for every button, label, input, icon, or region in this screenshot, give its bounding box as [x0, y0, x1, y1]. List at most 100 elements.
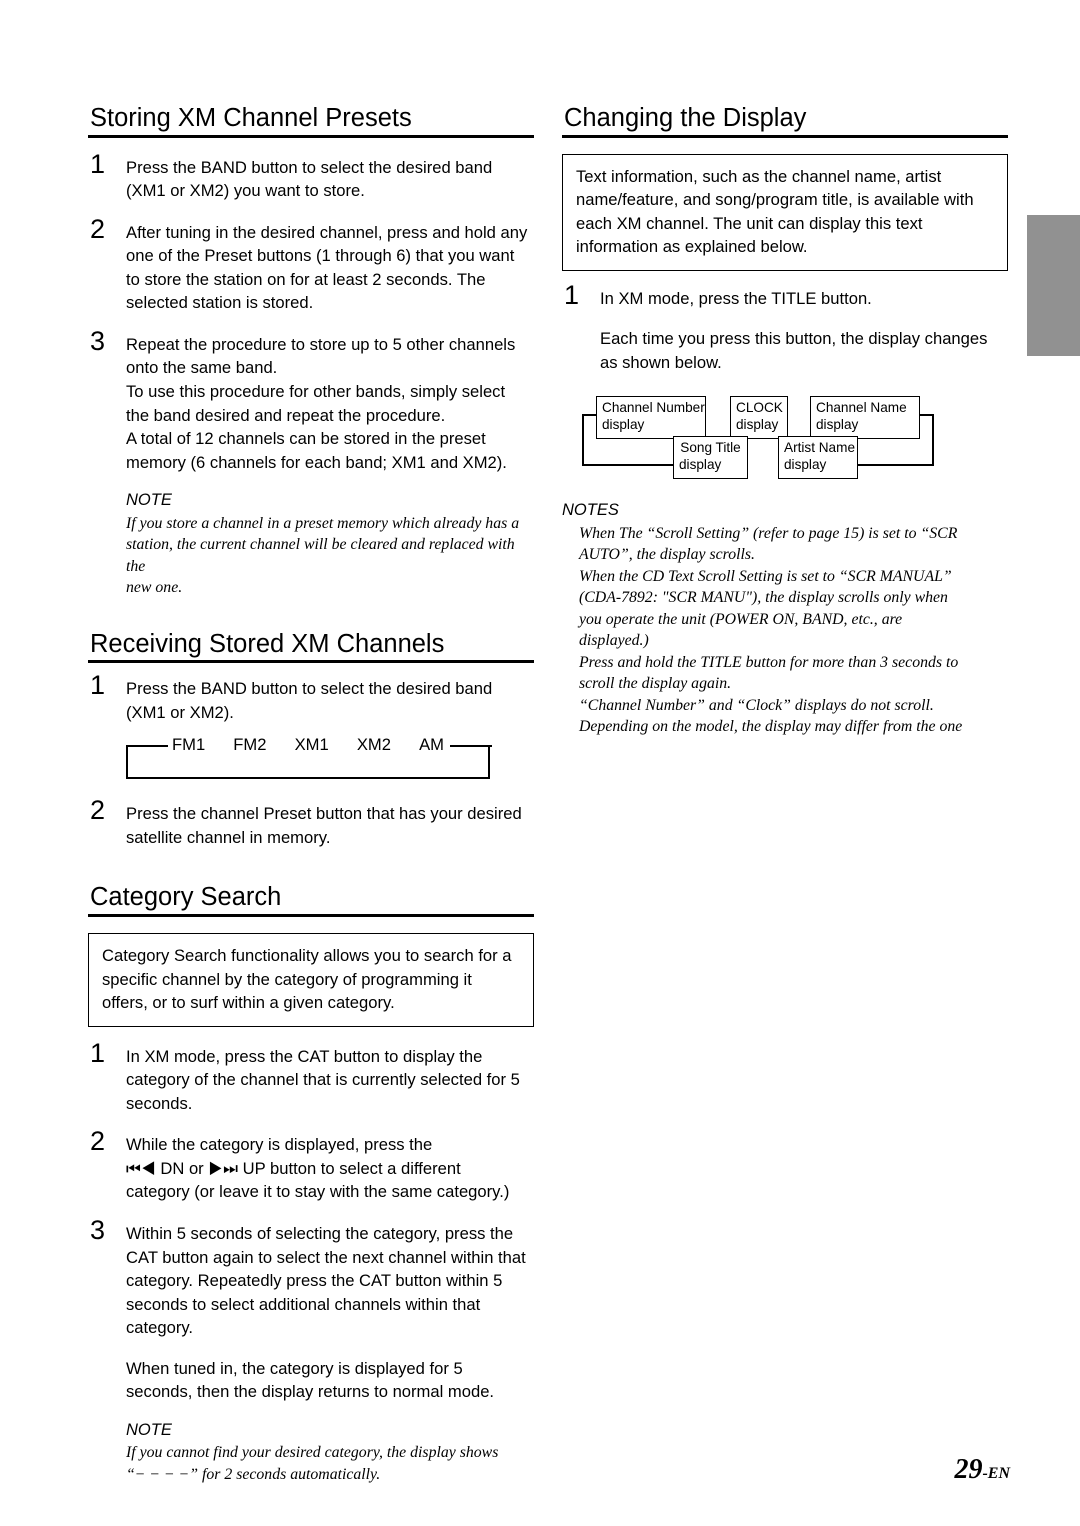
page-number-suffix: -EN: [982, 1465, 1010, 1482]
step-line: category of the channel that is currentl…: [126, 1070, 520, 1090]
note-line: If you cannot find your desired category…: [126, 1444, 499, 1462]
after-step-line: as shown below.: [600, 352, 722, 372]
section-heading-storing-presets: Storing XM Channel Presets: [88, 104, 534, 138]
band-label-xm1: XM1: [294, 735, 329, 755]
step-item: 3 Repeat the procedure to store up to 5 …: [88, 328, 534, 599]
callout-line: each XM channel. The unit can display th…: [576, 213, 923, 233]
step-text: Press the BAND button to select the desi…: [126, 152, 534, 203]
flow-box-line: display: [816, 417, 859, 433]
step-text-fragment: DN or: [155, 1158, 209, 1178]
callout-line: information as explained below.: [576, 237, 808, 257]
notes-line: When the CD Text Scroll Setting is set t…: [579, 567, 952, 585]
callout-box-category-search: Category Search functionality allows you…: [88, 932, 534, 1027]
step-number: 2: [90, 1126, 106, 1157]
step-line: to store the station on for at least 2 s…: [126, 269, 486, 289]
flow-box-line: display: [784, 457, 827, 473]
band-label-xm2: XM2: [356, 735, 391, 755]
notes-line: scroll the display again.: [579, 675, 732, 693]
step-line: seconds to select additional channels wi…: [126, 1294, 481, 1314]
step-line: selected station is stored.: [126, 293, 314, 313]
step-line: memory (6 channels for each band; XM1 an…: [126, 452, 507, 472]
step-item: 2 After tuning in the desired channel, p…: [88, 215, 534, 315]
step-item: 1 In XM mode, press the CAT button to di…: [88, 1037, 534, 1116]
step-item: 1 In XM mode, press the TITLE button. Ea…: [562, 279, 1008, 375]
notes-line: AUTO”, the display scrolls.: [579, 546, 755, 564]
flow-box-song-title: Song Title display: [673, 436, 748, 479]
notes-line: Press and hold the TITLE button for more…: [579, 653, 959, 671]
flow-box-clock: CLOCK display: [730, 396, 788, 439]
flow-box-line: CLOCK: [736, 400, 783, 416]
step-line: Press the BAND button to select the desi…: [126, 157, 493, 177]
band-cycle-diagram: FM1 FM2 XM1 XM2 AM: [126, 735, 492, 781]
flow-box-artist-name: Artist Name display: [778, 436, 858, 479]
closing-paragraph: When tuned in, the category is displayed…: [126, 1357, 534, 1404]
flow-line-right-bottom: [857, 464, 934, 467]
page-edge-tab-marker: [1027, 215, 1080, 356]
step-number: 1: [90, 148, 106, 179]
flow-box-channel-name: Channel Name display: [810, 396, 920, 439]
step-line: After tuning in the desired channel, pre…: [126, 222, 528, 242]
flow-box-channel-number: Channel Number display: [596, 396, 706, 439]
step-item: 3 Within 5 seconds of selecting the cate…: [88, 1215, 534, 1485]
step-line: (XM1 or XM2) you want to store.: [126, 181, 365, 201]
flow-box-line: Artist Name: [784, 440, 856, 456]
callout-line: Text information, such as the channel na…: [576, 166, 942, 186]
step-text: In XM mode, press the CAT button to disp…: [126, 1041, 534, 1116]
note-label: NOTE: [126, 491, 172, 510]
step-line: CAT button again to select the next chan…: [126, 1247, 526, 1267]
band-cycle-stub-right: [450, 745, 492, 748]
step-line: In XM mode, press the CAT button to disp…: [126, 1046, 483, 1066]
manual-page: Storing XM Channel Presets 1 Press the B…: [0, 0, 1080, 1526]
after-step-line: Each time you press this button, the dis…: [600, 329, 988, 349]
notes-line: When The “Scroll Setting” (refer to page…: [579, 524, 958, 542]
closing-line: When tuned in, the category is displayed…: [126, 1358, 463, 1378]
step-item: 1 Press the BAND button to select the de…: [88, 148, 534, 203]
note-line: new one.: [126, 579, 183, 597]
callout-line: Category Search functionality allows you…: [102, 945, 512, 965]
step-text: After tuning in the desired channel, pre…: [126, 217, 534, 315]
flow-box-line: display: [602, 417, 645, 433]
step-line-with-icons: ⏮◀ DN or ▶⏭ UP button to select a differ…: [126, 1157, 534, 1181]
band-labels: FM1 FM2 XM1 XM2 AM: [172, 735, 444, 755]
step-number: 1: [90, 670, 106, 701]
notes-line: “Channel Number” and “Clock” displays do…: [579, 696, 934, 714]
step-line: Press the channel Preset button that has…: [126, 804, 522, 824]
flow-box-line: display: [679, 457, 722, 473]
note-line: “− − − −” for 2 seconds automatically.: [126, 1465, 381, 1483]
flow-box-line: Channel Name: [816, 400, 907, 416]
step-text: In XM mode, press the TITLE button. Each…: [600, 283, 1008, 375]
step-line: category (or leave it to stay with the s…: [126, 1182, 510, 1202]
step-number: 3: [90, 1215, 106, 1246]
note-line: If you store a channel in a preset memor…: [126, 514, 520, 532]
flow-line-left-vertical: [582, 414, 584, 467]
left-column: Storing XM Channel Presets 1 Press the B…: [88, 104, 534, 1485]
step-line: (XM1 or XM2).: [126, 702, 234, 722]
section-heading-receiving-channels: Receiving Stored XM Channels: [88, 630, 534, 664]
step-text: Press the BAND button to select the desi…: [126, 673, 534, 724]
skip-prev-icon: ⏮◀: [126, 1158, 156, 1178]
page-number: 29-EN: [954, 1456, 1010, 1484]
flow-box-line: Channel Number: [602, 400, 705, 416]
section-heading-changing-display: Changing the Display: [562, 104, 1008, 138]
note-block: NOTE If you store a channel in a preset …: [126, 490, 534, 598]
step-line: A total of 12 channels can be stored in …: [126, 429, 486, 449]
band-cycle-stub-left: [126, 745, 168, 748]
step-line: In XM mode, press the TITLE button.: [600, 288, 872, 308]
callout-box-changing-display: Text information, such as the channel na…: [562, 153, 1008, 271]
notes-lines: When The “Scroll Setting” (refer to page…: [562, 523, 1008, 738]
step-line: category.: [126, 1318, 194, 1338]
step-text: Press the channel Preset button that has…: [126, 798, 534, 849]
flow-box-line: Song Title: [680, 440, 741, 456]
display-cycle-flow-diagram: Channel Number display CLOCK display Cha…: [582, 396, 1012, 496]
closing-line: seconds, then the display returns to nor…: [126, 1382, 495, 1402]
flow-line-right-vertical: [932, 414, 934, 467]
right-column: Changing the Display Text information, s…: [562, 104, 1008, 738]
note-label: NOTE: [126, 1420, 172, 1439]
step-number: 1: [564, 279, 580, 310]
step-line: Press the BAND button to select the desi…: [126, 679, 493, 699]
callout-line: specific channel by the category of prog…: [102, 969, 472, 989]
step-number: 1: [90, 1037, 106, 1068]
step-line: category. Repeatedly press the CAT butto…: [126, 1271, 503, 1291]
band-label-am: AM: [419, 735, 444, 755]
page-number-value: 29: [954, 1454, 983, 1485]
